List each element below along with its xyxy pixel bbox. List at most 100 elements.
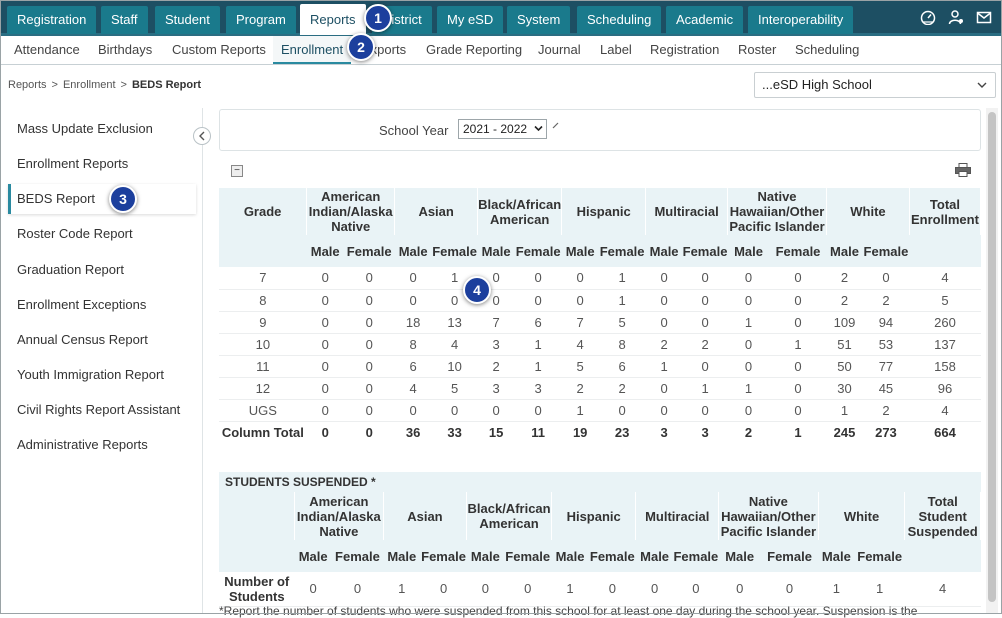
sub-header-male: Male	[466, 540, 504, 572]
school-select[interactable]: ...eSD High School	[754, 72, 996, 98]
count-cell: 5	[561, 355, 599, 378]
sidebar-collapse-button[interactable]	[193, 127, 211, 145]
count-cell: 0	[769, 399, 827, 422]
sub-header-female: Female	[769, 235, 827, 267]
total-cell: 5	[909, 289, 981, 312]
group-header: Asian	[394, 188, 479, 235]
vertical-scrollbar[interactable]	[986, 108, 998, 614]
grade-cell: 7	[219, 267, 307, 290]
sub-header-male: Male	[394, 235, 432, 267]
count-cell: 0	[598, 399, 646, 422]
count-cell: 50	[826, 355, 863, 378]
grade-cell: 11	[219, 355, 307, 378]
subnav-roster[interactable]: Roster	[730, 36, 784, 64]
grade-cell: 9	[219, 311, 307, 334]
chevron-down-icon	[534, 125, 543, 132]
topnav-program[interactable]: Program	[226, 6, 296, 34]
count-cell: 6	[598, 355, 646, 378]
sidebar-item-beds-report[interactable]: BEDS Report	[8, 184, 196, 214]
sub-header-female: Female	[862, 235, 910, 267]
sidebar-item-annual-census-report[interactable]: Annual Census Report	[8, 325, 196, 355]
blank-header	[219, 492, 296, 540]
sidebar-item-youth-immigration-report[interactable]: Youth Immigration Report	[8, 360, 196, 390]
table-row: 8000000010000225	[219, 289, 981, 312]
subnav-journal[interactable]: Journal	[530, 36, 589, 64]
total-cell: 137	[909, 333, 981, 356]
mail-icon[interactable]	[976, 9, 992, 25]
scrollbar-thumb[interactable]	[988, 112, 996, 602]
sidebar-item-graduation-report[interactable]: Graduation Report	[8, 255, 196, 285]
count-cell: 0	[727, 267, 770, 290]
subnav-custom-reports[interactable]: Custom Reports	[164, 36, 274, 64]
sub-header-blank	[219, 235, 307, 267]
group-header: American Indian/Alaska Native	[306, 188, 396, 235]
subnav-registration[interactable]: Registration	[642, 36, 727, 64]
count-cell: 1	[818, 572, 855, 607]
sub-header-male: Male	[727, 235, 770, 267]
sub-header-female: Female	[598, 235, 646, 267]
count-cell: 6	[394, 355, 432, 378]
total-cell: 4	[904, 572, 981, 607]
table-row: 10 0 0 8 4 3 1 4 8 2 2 0 1 51 53 137	[219, 333, 981, 356]
total-cell: 158	[909, 355, 981, 378]
column-total-cell: 245	[833, 424, 856, 440]
topnav-academic[interactable]: Academic	[666, 6, 744, 34]
subnav-birthdays[interactable]: Birthdays	[90, 36, 160, 64]
topnav-reports[interactable]: Reports	[300, 4, 366, 35]
sub-header-female: Female	[331, 540, 384, 572]
column-total-cell: 2	[744, 424, 753, 440]
topnav-interoperability[interactable]: Interoperability	[748, 6, 854, 34]
subnav-attendance[interactable]: Attendance	[6, 36, 88, 64]
sub-header-male: Male	[294, 540, 332, 572]
group-header: Native Hawaiian/Other Pacific Islander	[727, 188, 828, 235]
count-cell: 0	[673, 572, 719, 607]
topnav-student[interactable]: Student	[155, 6, 220, 34]
sub-header-female: Female	[514, 235, 562, 267]
sidebar-item-roster-code-report[interactable]: Roster Code Report	[8, 219, 196, 249]
edit-pencil-icon[interactable]	[550, 121, 562, 129]
topnav-system[interactable]: System	[507, 6, 571, 34]
count-cell: 18	[394, 311, 432, 334]
subnav-scheduling[interactable]: Scheduling	[787, 36, 867, 64]
topnav-my-esd[interactable]: My eSD	[437, 6, 504, 34]
print-icon[interactable]	[955, 163, 971, 177]
sidebar-item-civil-rights-report-assistant[interactable]: Civil Rights Report Assistant	[8, 395, 196, 425]
count-cell: 1	[561, 399, 599, 422]
count-cell: 0	[306, 377, 344, 400]
topnav-scheduling[interactable]: Scheduling	[577, 6, 662, 34]
column-total-cell: 1	[794, 424, 802, 440]
count-cell: 0	[760, 572, 819, 607]
count-cell: 0	[343, 333, 395, 356]
topnav-staff[interactable]: Staff	[101, 6, 148, 34]
topnav-registration[interactable]: Registration	[7, 6, 97, 34]
subnav-label[interactable]: Label	[592, 36, 640, 64]
count-cell: 0	[504, 572, 552, 607]
count-cell: 0	[645, 289, 683, 312]
subnav-enrollment[interactable]: Enrollment	[273, 36, 352, 64]
count-cell: 0	[343, 311, 395, 334]
sidebar-item-enrollment-exceptions[interactable]: Enrollment Exceptions	[8, 290, 196, 320]
count-cell: 2	[826, 267, 863, 290]
breadcrumb-enrollment[interactable]: Enrollment	[63, 79, 116, 91]
user-settings-icon[interactable]	[948, 9, 964, 25]
school-year-select[interactable]: 2021 - 2022	[458, 119, 547, 139]
table-row: 7000100010000204	[219, 267, 981, 290]
sidebar-item-enrollment-reports[interactable]: Enrollment Reports	[8, 149, 196, 179]
count-cell: 0	[727, 355, 770, 378]
column-total-cell: 0	[365, 424, 373, 440]
sidebar-item-mass-update-exclusion[interactable]: Mass Update Exclusion	[8, 114, 196, 144]
count-cell: 0	[294, 572, 332, 607]
group-header: Multiracial	[645, 188, 729, 235]
count-cell: 3	[514, 377, 562, 400]
column-total-label: Column Total	[221, 424, 304, 440]
sidebar-item-administrative-reports[interactable]: Administrative Reports	[8, 430, 196, 460]
dashboard-icon[interactable]	[920, 9, 936, 25]
collapse-table-button[interactable]: −	[231, 165, 243, 177]
count-cell: 94	[862, 311, 910, 334]
count-cell: 6	[514, 311, 562, 334]
subnav-grade-reporting[interactable]: Grade Reporting	[418, 36, 530, 64]
count-cell: 2	[862, 399, 910, 422]
sub-header-male: Male	[477, 235, 515, 267]
table-row: 12 0 0 4 5 3 3 2 2 0 1 1 0 30 45 96	[219, 377, 981, 400]
breadcrumb-reports[interactable]: Reports	[8, 79, 47, 91]
